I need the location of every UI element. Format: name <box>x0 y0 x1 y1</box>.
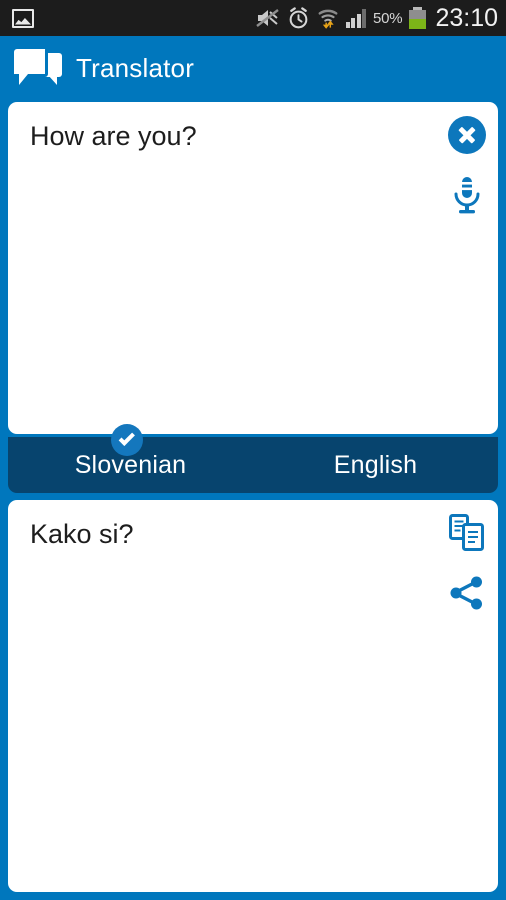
microphone-icon[interactable] <box>448 174 486 216</box>
volume-mute-icon <box>255 9 279 27</box>
battery-percent-label: 50% <box>373 9 403 27</box>
translation-actions <box>448 514 486 612</box>
translation-card[interactable]: Kako si? <box>8 500 498 892</box>
target-language-option[interactable]: English <box>253 451 498 480</box>
battery-icon <box>409 7 427 29</box>
wifi-transfer-icon <box>318 9 337 29</box>
app-bar: Translator <box>0 36 506 100</box>
gallery-icon <box>12 8 34 28</box>
speech-bubbles-icon <box>14 49 62 87</box>
translated-text[interactable]: Kako si? <box>30 518 426 552</box>
status-clock: 23:10 <box>435 3 498 32</box>
source-text[interactable]: How are you? <box>30 120 426 154</box>
language-selector-bar[interactable]: Slovenian English <box>8 437 498 493</box>
status-bar-left <box>12 8 34 28</box>
source-actions <box>448 116 486 216</box>
status-bar-right: 50% 23:10 <box>255 3 498 33</box>
copy-icon[interactable] <box>449 514 485 552</box>
close-circle-icon[interactable] <box>448 116 486 154</box>
page-title: Translator <box>76 52 195 83</box>
status-bar: 50% 23:10 <box>0 0 506 36</box>
check-circle-icon <box>111 424 143 456</box>
share-icon[interactable] <box>448 574 486 612</box>
cellular-signal-icon <box>345 8 366 28</box>
app-screen: 50% 23:10 Translator How are you? Sloven… <box>0 0 506 900</box>
source-text-card[interactable]: How are you? <box>8 102 498 434</box>
alarm-clock-icon <box>289 6 307 28</box>
